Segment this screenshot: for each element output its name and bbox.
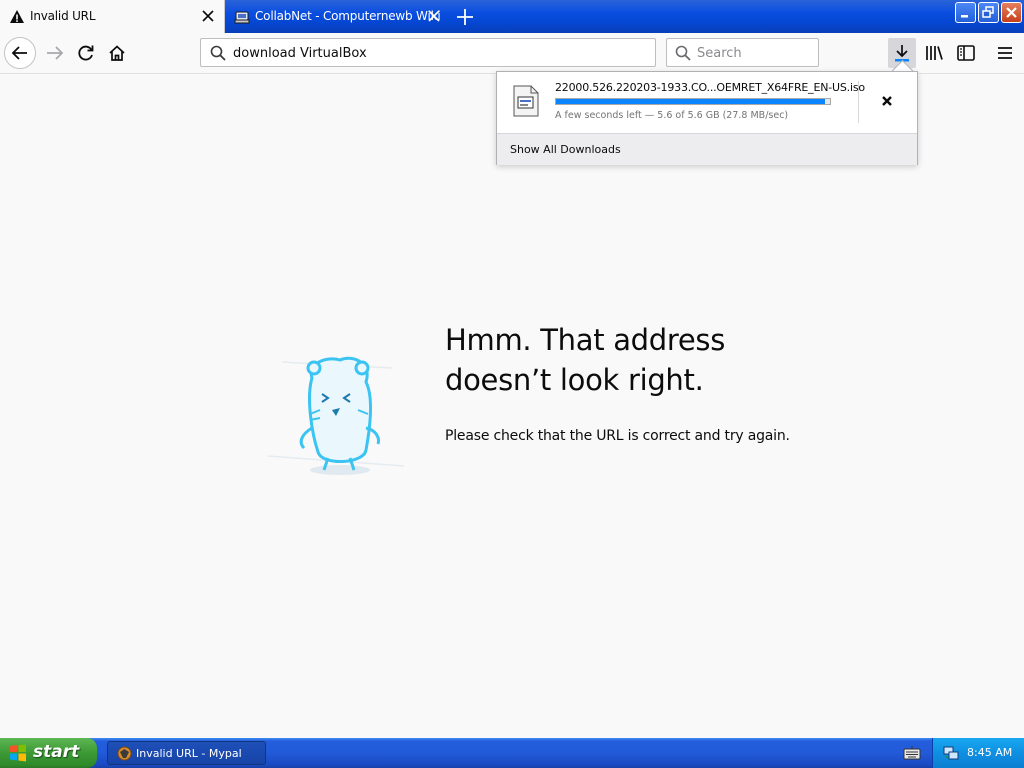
- download-filename: 22000.526.220203-1933.CO...OEMRET_X64FRE…: [555, 81, 865, 94]
- back-button[interactable]: [4, 37, 36, 69]
- minimize-icon: [961, 15, 968, 18]
- reload-icon[interactable]: [71, 38, 101, 68]
- taskbar-item-mypal[interactable]: Invalid URL - Mypal: [107, 741, 266, 765]
- wiki-favicon-icon: [234, 11, 250, 24]
- show-all-downloads-label: Show All Downloads: [510, 143, 621, 156]
- download-progress-bar: [555, 98, 831, 105]
- taskbar-item-label: Invalid URL - Mypal: [136, 747, 242, 760]
- start-label: start: [33, 742, 80, 762]
- close-icon: [1006, 7, 1017, 18]
- confused-illustration-icon: [267, 356, 405, 475]
- iso-file-icon: [513, 85, 539, 117]
- sidebar-button[interactable]: [952, 38, 980, 68]
- network-icon[interactable]: [943, 746, 959, 760]
- divider: [858, 81, 859, 123]
- url-bar[interactable]: download VirtualBox: [200, 38, 656, 67]
- download-progress-fill: [556, 99, 825, 104]
- tab-title: Invalid URL: [30, 9, 96, 23]
- search-icon: [675, 45, 691, 61]
- page-title: Hmm. That address doesn’t look right.: [445, 323, 726, 397]
- library-icon: [926, 46, 943, 60]
- show-all-downloads-button[interactable]: Show All Downloads: [497, 133, 917, 165]
- cancel-download-icon[interactable]: [877, 91, 897, 111]
- menu-button[interactable]: [991, 38, 1019, 68]
- search-icon: [210, 45, 226, 61]
- start-button[interactable]: start: [0, 738, 97, 768]
- keyboard-icon[interactable]: [903, 745, 921, 761]
- download-status: A few seconds left — 5.6 of 5.6 GB (27.8…: [555, 110, 789, 121]
- hamburger-menu-icon: [998, 47, 1012, 59]
- tab-collabnet-wiki[interactable]: CollabNet - Computernewb Wiki: [225, 0, 450, 33]
- minimize-button[interactable]: [955, 2, 976, 23]
- warning-icon: [10, 10, 24, 23]
- tab-title: CollabNet - Computernewb Wiki: [255, 9, 441, 23]
- url-input[interactable]: download VirtualBox: [233, 46, 367, 61]
- window-close-button[interactable]: [1001, 2, 1022, 23]
- tab-invalid-url[interactable]: Invalid URL: [0, 0, 225, 33]
- downloads-panel: 22000.526.220203-1933.CO...OEMRET_X64FRE…: [496, 71, 918, 165]
- sidebar-icon: [957, 45, 975, 61]
- new-tab-icon[interactable]: [453, 5, 477, 29]
- search-bar[interactable]: Search: [666, 38, 819, 67]
- windows-logo-icon: [10, 744, 26, 762]
- close-tab-icon[interactable]: [200, 8, 216, 24]
- system-tray: 8:45 AM: [932, 738, 1024, 768]
- forward-arrow-icon[interactable]: [40, 38, 70, 68]
- search-input[interactable]: Search: [697, 46, 742, 61]
- home-icon[interactable]: [102, 38, 132, 68]
- library-button[interactable]: [920, 38, 948, 68]
- restore-icon: [982, 6, 994, 18]
- back-arrow-icon: [11, 46, 27, 60]
- clock: 8:45 AM: [967, 746, 1013, 759]
- restore-button[interactable]: [978, 2, 999, 23]
- mypal-app-icon: [117, 746, 132, 761]
- error-description: Please check that the URL is correct and…: [445, 428, 790, 444]
- close-tab-icon[interactable]: [426, 8, 442, 24]
- download-item[interactable]: 22000.526.220203-1933.CO...OEMRET_X64FRE…: [497, 72, 917, 133]
